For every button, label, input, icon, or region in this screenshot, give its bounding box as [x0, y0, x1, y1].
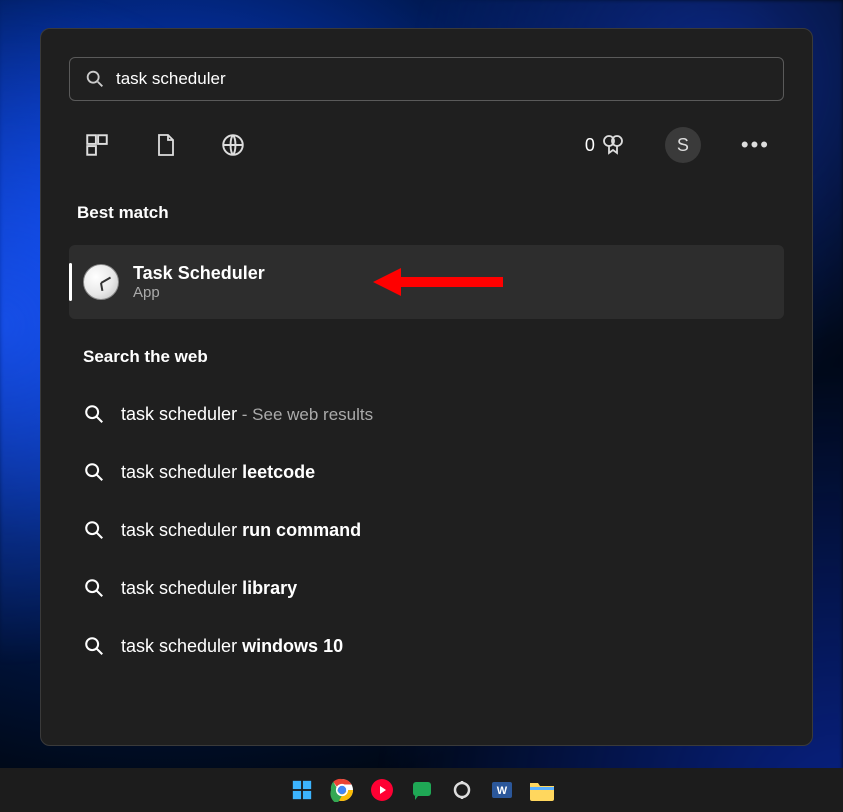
web-result-text: task scheduler run command	[121, 520, 361, 541]
start-button-icon[interactable]	[289, 777, 315, 803]
result-title: Task Scheduler	[133, 263, 265, 284]
start-search-panel: 0 S ••• Best match Task Scheduler App Se…	[40, 28, 813, 746]
search-icon	[84, 68, 106, 90]
youtube-music-icon[interactable]	[369, 777, 395, 803]
apps-filter-icon[interactable]	[83, 131, 111, 159]
selection-indicator	[69, 263, 72, 301]
search-box[interactable]	[69, 57, 784, 101]
word-icon[interactable]: W	[489, 777, 515, 803]
web-result-text: task scheduler library	[121, 578, 297, 599]
web-result-item[interactable]: task scheduler windows 10	[69, 617, 784, 675]
web-result-item[interactable]: task scheduler - See web results	[69, 385, 784, 443]
svg-text:W: W	[496, 785, 507, 797]
result-subtitle: App	[133, 284, 265, 301]
search-icon	[83, 577, 105, 599]
web-result-item[interactable]: task scheduler leetcode	[69, 443, 784, 501]
more-options-icon[interactable]: •••	[741, 132, 770, 158]
annotation-arrow-icon	[373, 262, 503, 302]
best-match-result[interactable]: Task Scheduler App	[69, 245, 784, 319]
points-count: 0	[585, 135, 595, 156]
chrome-icon[interactable]	[329, 777, 355, 803]
best-match-text: Task Scheduler App	[133, 263, 265, 301]
task-scheduler-app-icon	[83, 264, 119, 300]
web-filter-icon[interactable]	[219, 131, 247, 159]
web-result-item[interactable]: task scheduler run command	[69, 501, 784, 559]
web-results-list: task scheduler - See web results task sc…	[69, 385, 784, 675]
user-avatar[interactable]: S	[665, 127, 701, 163]
avatar-initial: S	[677, 135, 689, 156]
chat-app-icon[interactable]	[409, 777, 435, 803]
search-icon	[83, 461, 105, 483]
documents-filter-icon[interactable]	[151, 131, 179, 159]
web-result-item[interactable]: task scheduler library	[69, 559, 784, 617]
rewards-points[interactable]: 0	[585, 133, 625, 157]
taskbar: W	[0, 768, 843, 812]
rewards-icon	[601, 133, 625, 157]
search-input[interactable]	[116, 69, 769, 89]
file-explorer-icon[interactable]	[529, 777, 555, 803]
search-icon	[83, 403, 105, 425]
web-result-text: task scheduler - See web results	[121, 404, 373, 425]
best-match-heading: Best match	[77, 203, 784, 223]
search-icon	[83, 635, 105, 657]
search-icon	[83, 519, 105, 541]
web-result-text: task scheduler leetcode	[121, 462, 315, 483]
web-result-text: task scheduler windows 10	[121, 636, 343, 657]
loop-app-icon[interactable]	[449, 777, 475, 803]
web-results-heading: Search the web	[83, 347, 784, 367]
filter-bar: 0 S •••	[69, 127, 784, 163]
